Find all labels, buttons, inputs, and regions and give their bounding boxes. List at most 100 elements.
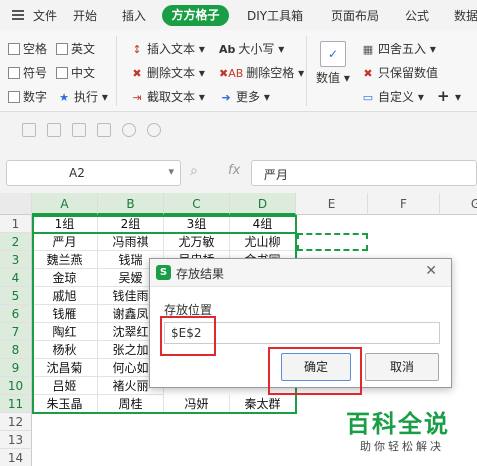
name-box-value: A2	[69, 166, 85, 180]
dialog-title: 存放结果	[176, 267, 225, 281]
table-cell[interactable]: 吕姬	[32, 377, 98, 395]
row-header[interactable]: 8	[0, 341, 32, 359]
select-all-corner[interactable]	[0, 193, 32, 215]
table-cell[interactable]: 3组	[164, 215, 230, 233]
delete-space-button[interactable]: ✖AB 删除空格 ▾	[219, 65, 304, 82]
keep-value-button[interactable]: ✖ 只保留数值	[361, 65, 438, 82]
table-cell[interactable]: 秦太群	[230, 395, 296, 413]
row-header[interactable]: 1	[0, 215, 32, 233]
tab-formula[interactable]: 公式	[405, 7, 429, 24]
row-header[interactable]: 7	[0, 323, 32, 341]
add-dropdown-icon[interactable]: ▾	[455, 89, 461, 105]
custom-button[interactable]: ▭ 自定义 ▾	[361, 89, 424, 106]
row-header[interactable]: 3	[0, 251, 32, 269]
app-logo-icon: S	[156, 265, 171, 280]
undo-icon[interactable]	[122, 123, 136, 137]
table-cell[interactable]: 戚旭	[32, 287, 98, 305]
row-header[interactable]: 5	[0, 287, 32, 305]
close-icon[interactable]: ✕	[425, 263, 437, 279]
row-header[interactable]: 6	[0, 305, 32, 323]
column-header[interactable]: D	[230, 193, 296, 215]
row-header[interactable]: 14	[0, 449, 32, 466]
case-icon: Ab	[219, 43, 236, 56]
cancel-button[interactable]: 取消	[365, 353, 439, 381]
round-button[interactable]: ▦ 四舍五入 ▾	[361, 41, 436, 58]
arrow-right-icon: ➜	[221, 91, 231, 104]
chevron-down-icon[interactable]: ▾	[168, 165, 174, 178]
menu-icon[interactable]	[12, 10, 24, 20]
add-icon[interactable]: +	[437, 88, 450, 104]
redo-icon[interactable]	[147, 123, 161, 137]
row-header[interactable]: 4	[0, 269, 32, 287]
table-cell[interactable]: 1组	[32, 215, 98, 233]
table-cell[interactable]: 尤山柳	[230, 233, 296, 251]
custom-icon: ▭	[362, 91, 374, 104]
table-cell[interactable]: 沈昌菊	[32, 359, 98, 377]
highlight-box-input	[160, 316, 216, 356]
highlight-box-ok	[268, 347, 362, 395]
tab-fangfang[interactable]: 方方格子	[162, 5, 229, 26]
row-header[interactable]: 11	[0, 395, 32, 413]
table-cell[interactable]: 尤万敏	[164, 233, 230, 251]
tab-insert[interactable]: 插入	[122, 7, 146, 24]
execute-button[interactable]: ★ 执行 ▾	[57, 89, 108, 106]
watermark-title: 百科全说	[346, 410, 450, 438]
formula-value: 严月	[264, 168, 289, 182]
table-cell[interactable]: 朱玉晶	[32, 395, 98, 413]
table-cell[interactable]: 冯雨祺	[98, 233, 164, 251]
numeric-button[interactable]: 数值 ▾	[316, 70, 350, 86]
checkbox-number[interactable]: 数字	[8, 89, 47, 105]
table-cell[interactable]: 周桂	[98, 395, 164, 413]
zoom-icon[interactable]: ⌕	[190, 163, 198, 179]
row-header[interactable]: 9	[0, 359, 32, 377]
checkbox-symbol[interactable]: 符号	[8, 65, 47, 81]
delete-text-icon: ✖	[132, 67, 142, 80]
table-cell[interactable]: 陶红	[32, 323, 98, 341]
column-header[interactable]: G	[440, 193, 477, 215]
print-icon[interactable]	[72, 123, 86, 137]
numeric-icon[interactable]: ✓	[320, 41, 346, 67]
header-divider	[32, 232, 297, 234]
table-cell[interactable]: 杨秋	[32, 341, 98, 359]
checkbox-english[interactable]: 英文	[56, 41, 95, 57]
table-cell[interactable]: 严月	[32, 233, 98, 251]
formula-input[interactable]: 严月	[251, 160, 477, 186]
tab-diy[interactable]: DIY工具箱	[247, 7, 303, 24]
delete-text-button[interactable]: ✖ 删除文本 ▾	[130, 65, 204, 82]
table-cell[interactable]: 钱雁	[32, 305, 98, 323]
column-header[interactable]: B	[98, 193, 164, 215]
checkbox-chinese[interactable]: 中文	[56, 65, 95, 81]
tab-page-layout[interactable]: 页面布局	[331, 7, 379, 24]
table-cell[interactable]: 魏兰燕	[32, 251, 98, 269]
table-cell[interactable]: 4组	[230, 215, 296, 233]
tab-data[interactable]: 数据	[454, 7, 477, 24]
extract-text-icon: ⇥	[132, 91, 142, 104]
column-header[interactable]: E	[296, 193, 368, 215]
keep-value-icon: ✖	[363, 67, 373, 80]
name-box[interactable]: A2 ▾	[6, 160, 181, 186]
menu-file[interactable]: 文件	[33, 7, 57, 24]
menu-bar: 文件 开始 插入 方方格子 DIY工具箱 页面布局 公式 数据	[0, 0, 477, 30]
more-button[interactable]: ➜ 更多 ▾	[219, 89, 269, 106]
save-icon[interactable]	[22, 123, 36, 137]
table-cell[interactable]: 冯妍	[164, 395, 230, 413]
target-cell-marquee	[297, 233, 368, 251]
table-cell[interactable]: 金琼	[32, 269, 98, 287]
column-header[interactable]: A	[32, 193, 98, 215]
row-header[interactable]: 2	[0, 233, 32, 251]
row-header[interactable]: 13	[0, 431, 32, 449]
row-header[interactable]: 12	[0, 413, 32, 431]
tab-home[interactable]: 开始	[73, 7, 97, 24]
column-header[interactable]: C	[164, 193, 230, 215]
extract-text-button[interactable]: ⇥ 截取文本 ▾	[130, 89, 204, 106]
column-header[interactable]: F	[368, 193, 440, 215]
fx-icon[interactable]: fx	[228, 163, 240, 178]
table-cell[interactable]: 2组	[98, 215, 164, 233]
round-icon: ▦	[362, 43, 374, 56]
case-button[interactable]: Ab 大小写 ▾	[219, 41, 284, 58]
checkbox-space[interactable]: 空格	[8, 41, 47, 57]
insert-text-button[interactable]: ↕ 插入文本 ▾	[130, 41, 204, 58]
preview-icon[interactable]	[97, 123, 111, 137]
export-icon[interactable]	[47, 123, 61, 137]
row-header[interactable]: 10	[0, 377, 32, 395]
